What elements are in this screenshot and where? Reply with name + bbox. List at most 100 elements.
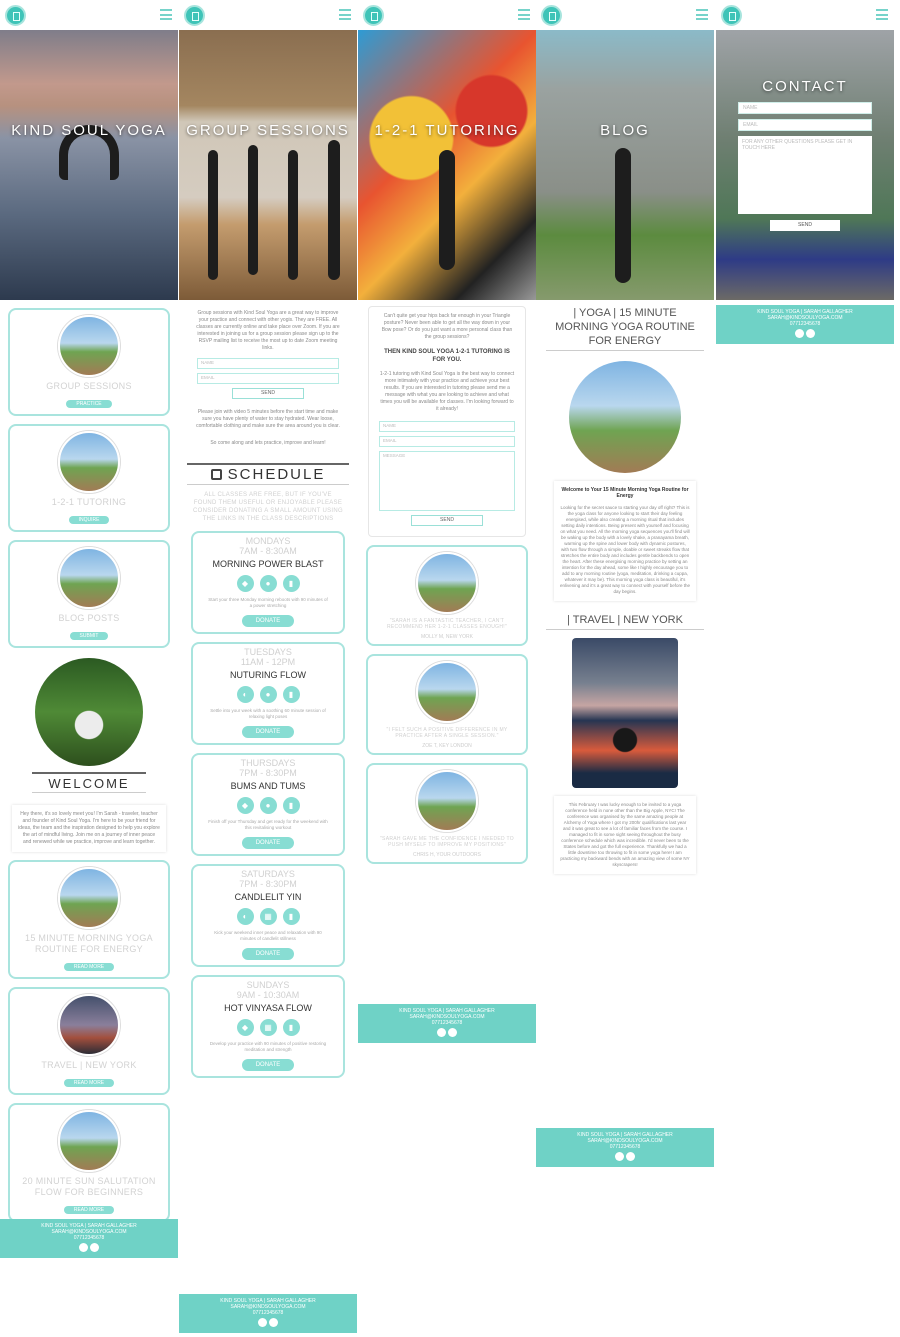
calendar-icon — [210, 469, 222, 480]
post-title-yoga: | YOGA | 15 MINUTE MORNING YOGA ROUTINE … — [546, 306, 704, 351]
post-card[interactable]: 15 MINUTE MORNING YOGA ROUTINE FOR ENERG… — [8, 860, 170, 979]
facebook-icon[interactable] — [79, 1243, 88, 1252]
card-title: 1-2-1 TUTORING — [51, 497, 127, 507]
send-button[interactable]: SEND — [411, 515, 483, 526]
message-input[interactable]: FOR ANY OTHER QUESTIONS PLEASE GET IN TO… — [738, 136, 872, 214]
blog-page: BLOG | YOGA | 15 MINUTE MORNING YOGA ROU… — [536, 0, 714, 1167]
facebook-icon[interactable] — [795, 329, 804, 338]
instagram-icon[interactable] — [269, 1318, 278, 1327]
logo-icon[interactable] — [721, 5, 742, 26]
class-description: Settle into your week with a soothing 60… — [210, 708, 326, 719]
post-card[interactable]: 20 MINUTE SUN SALUTATION FLOW FOR BEGINN… — [8, 1103, 170, 1222]
contact-page: CONTACT NAME EMAIL FOR ANY OTHER QUESTIO… — [716, 0, 894, 344]
menu-icon[interactable] — [160, 9, 172, 20]
donate-button[interactable]: DONATE — [241, 615, 295, 627]
post-title: TRAVEL | NEW YORK — [41, 1060, 137, 1070]
hero-image: CONTACT NAME EMAIL FOR ANY OTHER QUESTIO… — [716, 30, 894, 300]
card-button[interactable]: INQUIRE — [68, 516, 110, 524]
flame-icon: ● — [259, 575, 277, 592]
logo-icon[interactable] — [363, 5, 384, 26]
menu-icon[interactable] — [876, 9, 888, 20]
info-text-2: So come along and lets practice, improve… — [210, 440, 326, 446]
testimonial-author: MOLLY M, NEW YORK — [421, 634, 473, 640]
tutoring-text: 1-2-1 tutoring with Kind Soul Yoga is th… — [379, 371, 515, 412]
flame-icon: ● — [259, 797, 277, 814]
email-input[interactable]: EMAIL — [379, 436, 515, 447]
mat-icon: ▦ — [259, 908, 277, 925]
testimonial-quote: "SARAH IS A FANTASTIC TEACHER, I CAN'T R… — [386, 618, 508, 630]
name-input[interactable]: NAME — [197, 358, 339, 369]
post-image — [569, 361, 681, 473]
post-title: 15 MINUTE MORNING YOGA ROUTINE FOR ENERG… — [25, 933, 153, 954]
menu-icon[interactable] — [339, 9, 351, 20]
menu-icon[interactable] — [696, 9, 708, 20]
post-card[interactable]: TRAVEL | NEW YORK READ MORE — [8, 987, 170, 1095]
post-image — [58, 1110, 120, 1172]
footer: KIND SOUL YOGA | SARAH GALLAGHER SARAH@K… — [0, 1219, 178, 1258]
menu-icon[interactable] — [518, 9, 530, 20]
welcome-text: Hey there, it's so lovely meet you! I'm … — [12, 805, 166, 852]
instagram-icon[interactable] — [806, 329, 815, 338]
home-page: KIND SOUL YOGA GROUP SESSIONS PRACTICE 1… — [0, 0, 178, 1258]
mat-icon: ▦ — [259, 1019, 277, 1036]
class-name: MORNING POWER BLAST — [212, 559, 324, 569]
footer-phone: 07712345678 — [789, 321, 821, 327]
send-button[interactable]: SEND — [770, 220, 840, 231]
card-blog-posts[interactable]: BLOG POSTS SUBMIT — [8, 540, 170, 648]
read-more-button[interactable]: READ MORE — [63, 963, 115, 971]
post-image — [58, 867, 120, 929]
bottle-icon: ▮ — [282, 686, 300, 703]
message-input[interactable]: MESSAGE — [379, 451, 515, 511]
schedule-heading: SCHEDULE — [187, 463, 349, 485]
class-day: SUNDAYS — [246, 980, 290, 990]
schedule-note: ALL CLASSES ARE FREE, BUT IF YOU'VE FOUN… — [193, 492, 343, 522]
name-input[interactable]: NAME — [738, 102, 872, 114]
logo-icon[interactable] — [5, 5, 26, 26]
footer-phone: 07712345678 — [252, 1310, 284, 1316]
diamond-icon: ◆ — [236, 1019, 254, 1036]
intro-text: Can't quite get your hips back far enoug… — [381, 313, 513, 340]
class-day: THURSDAYS — [240, 758, 296, 768]
class-card-saturday: SATURDAYS 7PM - 8:30PM CANDLELIT YIN ◐ ▦ ▮… — [191, 864, 345, 967]
student-figure — [248, 145, 258, 275]
footer: KIND SOUL YOGA | SARAH GALLAGHER SARAH@K… — [358, 1004, 536, 1043]
card-tutoring[interactable]: 1-2-1 TUTORING INQUIRE — [8, 424, 170, 532]
facebook-icon[interactable] — [437, 1028, 446, 1037]
donate-button[interactable]: DONATE — [241, 948, 295, 960]
logo-icon[interactable] — [541, 5, 562, 26]
instagram-icon[interactable] — [90, 1243, 99, 1252]
donate-button[interactable]: DONATE — [241, 837, 295, 849]
card-button[interactable]: SUBMIT — [69, 632, 109, 640]
bottle-icon: ▮ — [282, 908, 300, 925]
card-button[interactable]: PRACTICE — [66, 400, 112, 408]
instagram-icon[interactable] — [626, 1152, 635, 1161]
read-more-button[interactable]: READ MORE — [63, 1079, 115, 1087]
card-group-sessions[interactable]: GROUP SESSIONS PRACTICE — [8, 308, 170, 416]
hero-image: BLOG — [536, 30, 714, 300]
info-text: Please join with video 5 minutes before … — [196, 409, 340, 429]
donate-button[interactable]: DONATE — [241, 1059, 295, 1071]
hero-title: 1-2-1 TUTORING — [374, 122, 520, 139]
logo-icon[interactable] — [184, 5, 205, 26]
class-time: 11AM - 12PM — [240, 657, 296, 667]
email-input[interactable]: EMAIL — [738, 119, 872, 131]
tutoring-info: Can't quite get your hips back far enoug… — [368, 306, 526, 537]
instagram-icon[interactable] — [448, 1028, 457, 1037]
class-description: Start your three Monday morning reboots … — [208, 597, 328, 608]
post-heading: Welcome to Your 15 Minute Morning Yoga R… — [561, 487, 689, 499]
name-input[interactable]: NAME — [379, 421, 515, 432]
bottle-icon: ▮ — [282, 575, 300, 592]
facebook-icon[interactable] — [258, 1318, 267, 1327]
donate-button[interactable]: DONATE — [241, 726, 295, 738]
read-more-button[interactable]: READ MORE — [63, 1206, 115, 1214]
hero-title: CONTACT — [762, 78, 848, 95]
facebook-icon[interactable] — [615, 1152, 624, 1161]
top-bar — [179, 0, 357, 30]
testimonial-card: "SARAH GAVE ME THE CONFIDENCE I NEEDED T… — [366, 763, 528, 864]
testimonial-image — [416, 552, 478, 614]
email-input[interactable]: EMAIL — [197, 373, 339, 384]
footer-phone: 07712345678 — [609, 1144, 641, 1150]
send-button[interactable]: SEND — [232, 388, 304, 399]
footer: KIND SOUL YOGA | SARAH GALLAGHER SARAH@K… — [536, 1128, 714, 1167]
testimonial-quote: "SARAH GAVE ME THE CONFIDENCE I NEEDED T… — [379, 836, 514, 848]
